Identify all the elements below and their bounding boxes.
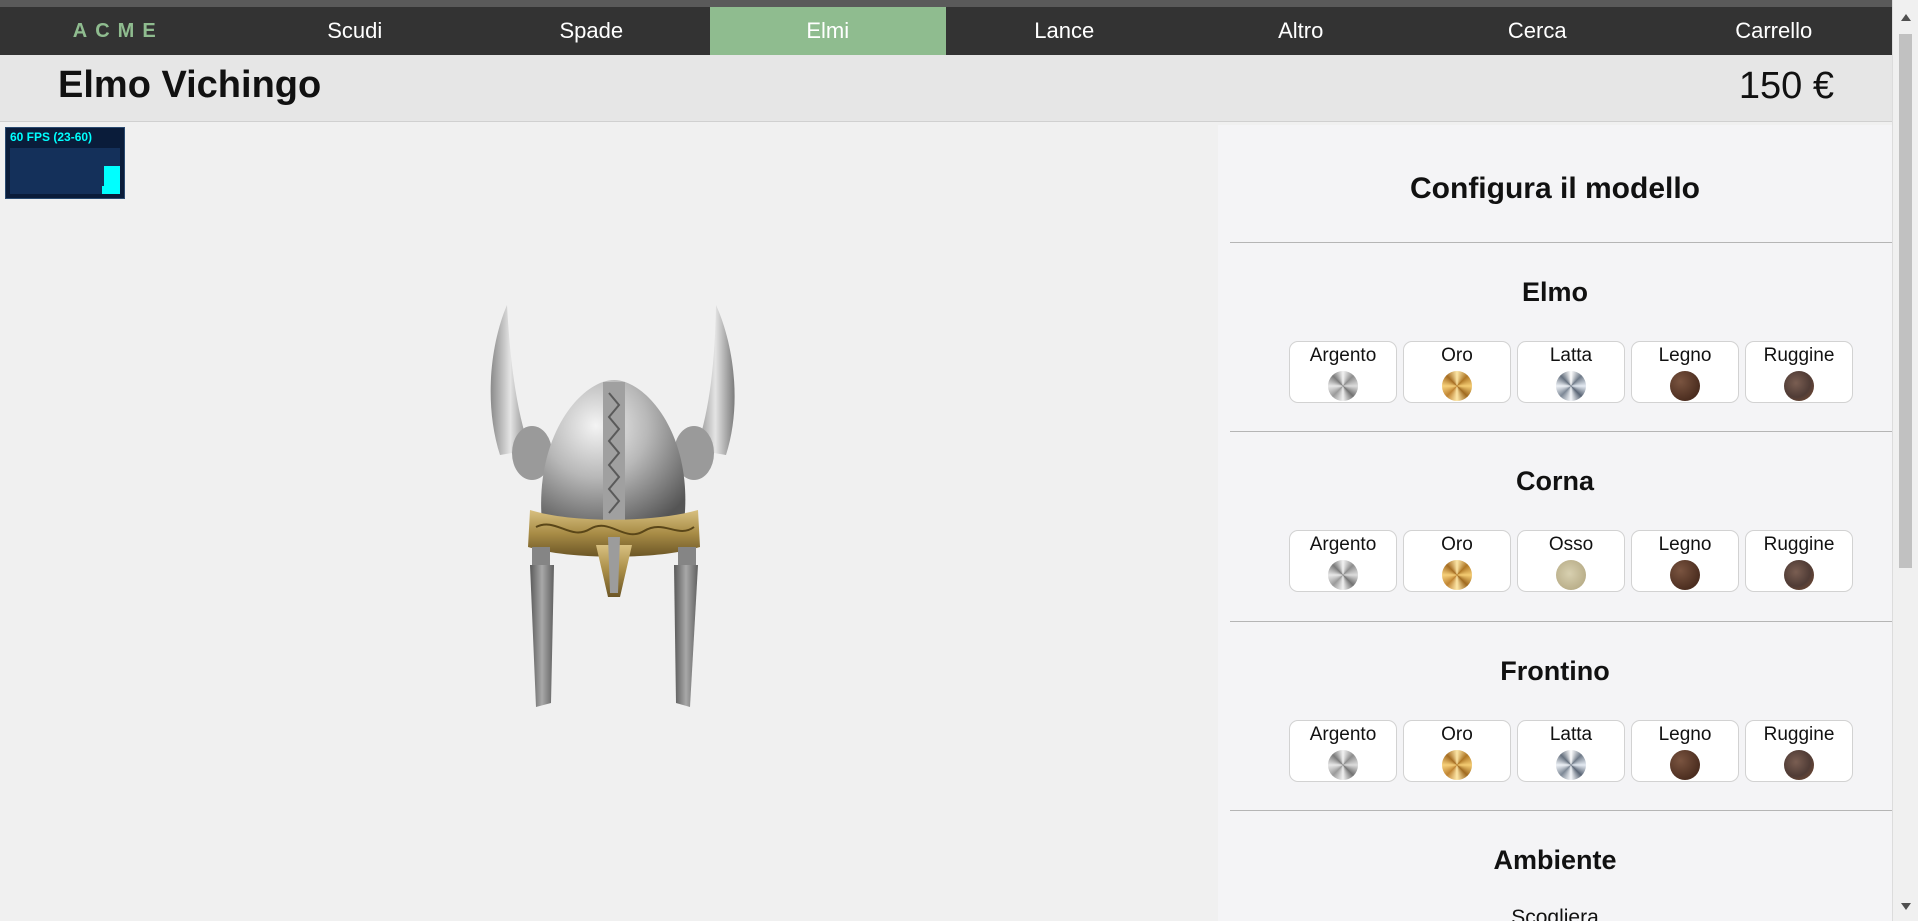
fps-graph-bar (104, 166, 120, 194)
scroll-up-arrow-icon[interactable] (1901, 14, 1911, 21)
wood-swatch-icon (1670, 750, 1700, 780)
option-elmo-oro[interactable]: Oro (1403, 341, 1511, 403)
option-label: Latta (1549, 345, 1593, 366)
section-title-ambiente: Ambiente (1493, 845, 1617, 875)
divider (1230, 810, 1892, 811)
acme-logo[interactable]: ACME (0, 7, 237, 55)
section-title-elmo: Elmo (1521, 277, 1588, 307)
divider (1230, 621, 1892, 622)
option-frontino-oro[interactable]: Oro (1403, 720, 1511, 782)
rust-swatch-icon (1784, 371, 1814, 401)
nav-item-spade[interactable]: Spade (473, 7, 710, 55)
option-elmo-argento[interactable]: Argento (1289, 341, 1397, 403)
option-label: Legno (1658, 724, 1712, 745)
divider (1230, 242, 1892, 243)
silver-swatch-icon (1328, 750, 1358, 780)
option-label: Ruggine (1763, 534, 1835, 555)
product-title: Elmo Vichingo (58, 64, 322, 106)
options-frontino: Argento Oro Latta Legno Ruggine (1289, 720, 1853, 782)
config-title: Configura il modello (1410, 172, 1700, 205)
option-label: Legno (1658, 345, 1712, 366)
option-label: Ruggine (1763, 724, 1835, 745)
options-elmo: Argento Oro Latta Legno Ruggine (1289, 341, 1853, 403)
option-elmo-legno[interactable]: Legno (1631, 341, 1739, 403)
option-frontino-latta[interactable]: Latta (1517, 720, 1625, 782)
option-label: Osso (1548, 534, 1594, 555)
option-label: Ruggine (1763, 345, 1835, 366)
wood-swatch-icon (1670, 371, 1700, 401)
option-label: Latta (1549, 724, 1593, 745)
nav-item-scudi[interactable]: Scudi (237, 7, 474, 55)
option-elmo-ruggine[interactable]: Ruggine (1745, 341, 1853, 403)
option-corna-oro[interactable]: Oro (1403, 530, 1511, 592)
3d-viewer-canvas[interactable]: 60 FPS (23-60) (2, 125, 1218, 889)
tin-swatch-icon (1556, 371, 1586, 401)
wood-swatch-icon (1670, 560, 1700, 590)
environment-option-scogliera[interactable]: Scogliera (1218, 906, 1892, 921)
nav-item-lance[interactable]: Lance (946, 7, 1183, 55)
nav-item-elmi[interactable]: Elmi (709, 7, 946, 55)
nav-item-cerca[interactable]: Cerca (1419, 7, 1656, 55)
nav-item-altro[interactable]: Altro (1183, 7, 1420, 55)
option-label: Oro (1441, 345, 1473, 366)
tin-swatch-icon (1556, 750, 1586, 780)
option-frontino-legno[interactable]: Legno (1631, 720, 1739, 782)
option-label: Argento (1309, 534, 1377, 555)
option-label: Argento (1309, 345, 1377, 366)
option-corna-ruggine[interactable]: Ruggine (1745, 530, 1853, 592)
rust-swatch-icon (1784, 750, 1814, 780)
page-scrollbar[interactable] (1892, 0, 1918, 921)
silver-swatch-icon (1328, 371, 1358, 401)
option-frontino-argento[interactable]: Argento (1289, 720, 1397, 782)
fps-label: 60 FPS (23-60) (10, 130, 93, 144)
scrollbar-thumb[interactable] (1899, 34, 1912, 568)
option-corna-osso[interactable]: Osso (1517, 530, 1625, 592)
silver-swatch-icon (1328, 560, 1358, 590)
option-label: Oro (1441, 534, 1473, 555)
option-elmo-latta[interactable]: Latta (1517, 341, 1625, 403)
option-label: Legno (1658, 534, 1712, 555)
section-title-corna: Corna (1515, 466, 1594, 496)
gold-swatch-icon (1442, 750, 1472, 780)
option-corna-argento[interactable]: Argento (1289, 530, 1397, 592)
browser-top-strip (0, 0, 1918, 7)
option-label: Oro (1441, 724, 1473, 745)
configuration-panel: Configura il modello Elmo Argento Oro La… (1218, 125, 1892, 921)
fps-meter[interactable]: 60 FPS (23-60) (5, 127, 125, 199)
scroll-down-arrow-icon[interactable] (1901, 903, 1911, 910)
product-price: 150 € (1738, 65, 1834, 107)
options-corna: Argento Oro Osso Legno Ruggine (1289, 530, 1853, 592)
top-navbar: ACME Scudi Spade Elmi Lance Altro Cerca … (0, 7, 1892, 55)
bone-swatch-icon (1556, 560, 1586, 590)
section-title-frontino: Frontino (1500, 656, 1610, 686)
gold-swatch-icon (1442, 560, 1472, 590)
option-label: Argento (1309, 724, 1377, 745)
rust-swatch-icon (1784, 560, 1814, 590)
option-frontino-ruggine[interactable]: Ruggine (1745, 720, 1853, 782)
nav-item-carrello[interactable]: Carrello (1656, 7, 1893, 55)
product-header: Elmo Vichingo 150 € (0, 55, 1892, 122)
divider (1230, 431, 1892, 432)
fps-graph (10, 148, 120, 194)
gold-swatch-icon (1442, 371, 1472, 401)
option-corna-legno[interactable]: Legno (1631, 530, 1739, 592)
viking-helmet-model (490, 305, 735, 707)
